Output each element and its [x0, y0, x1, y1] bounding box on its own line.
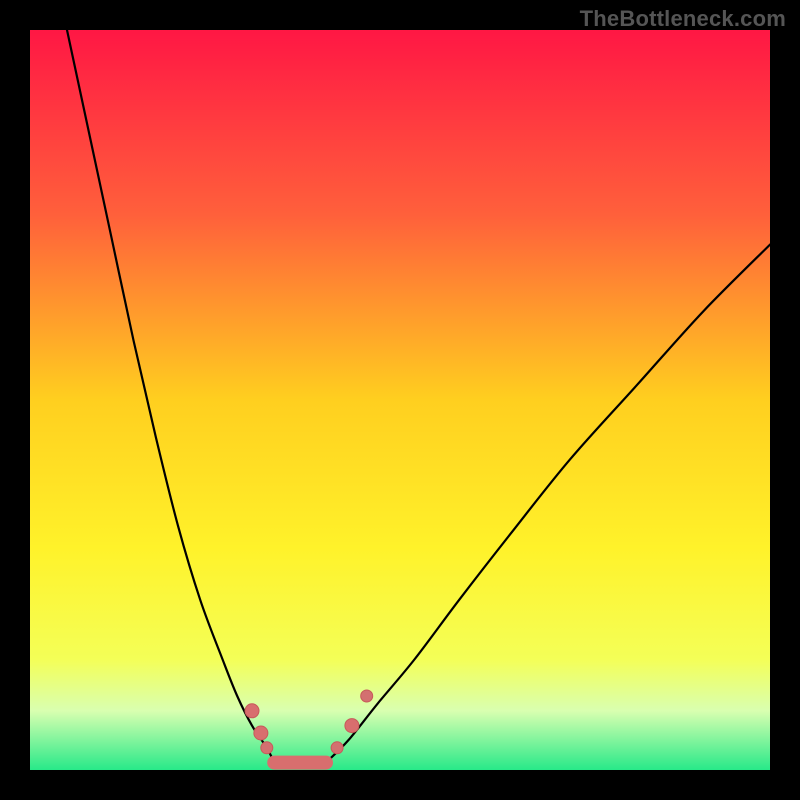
curve-marker [361, 690, 373, 702]
bottleneck-plot [30, 30, 770, 770]
gradient-background [30, 30, 770, 770]
curve-marker [254, 726, 268, 740]
watermark-text: TheBottleneck.com [580, 6, 786, 32]
curve-marker [261, 742, 273, 754]
curve-marker [345, 719, 359, 733]
curve-marker [331, 742, 343, 754]
chart-frame: TheBottleneck.com [0, 0, 800, 800]
curve-marker [245, 704, 259, 718]
